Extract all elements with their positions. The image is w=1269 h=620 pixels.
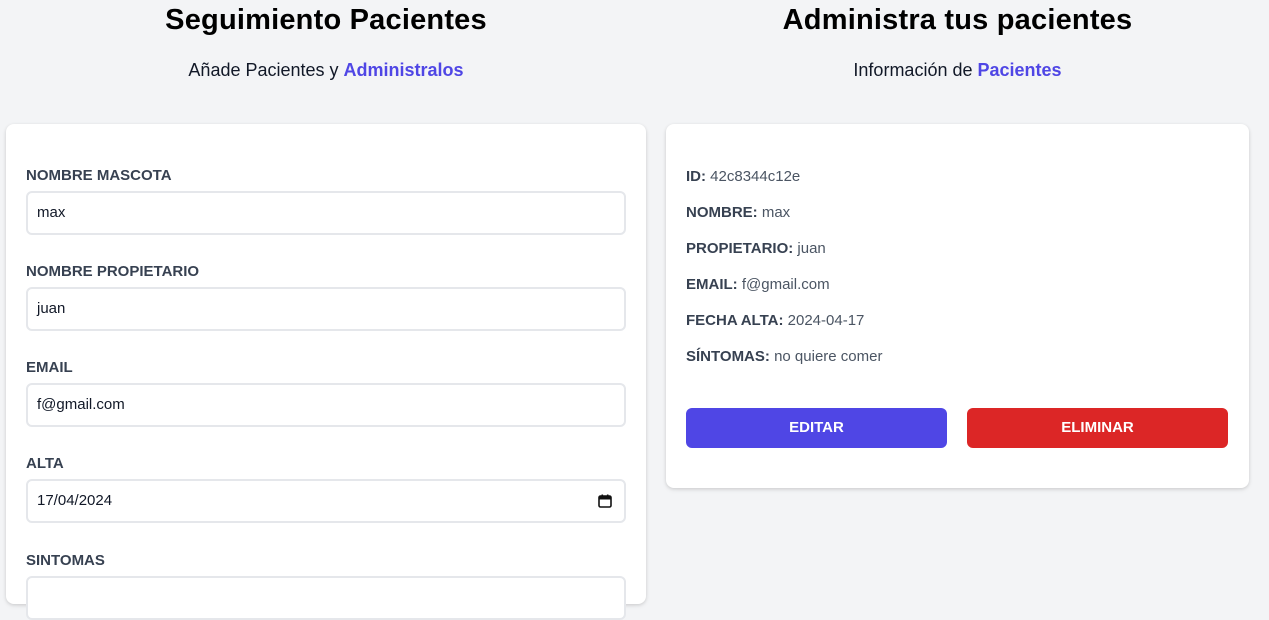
- pet-name-input[interactable]: max: [26, 191, 626, 235]
- list-subtitle: Información de Pacientes: [666, 60, 1249, 81]
- patient-name-value: max: [761, 204, 791, 221]
- form-subtitle-text: Añade Pacientes y: [188, 60, 344, 80]
- list-subtitle-accent: Pacientes: [977, 60, 1062, 80]
- edit-button[interactable]: Editar: [686, 408, 947, 448]
- discharge-date-value: 17/04/2024: [37, 492, 113, 509]
- pet-name-field: Nombre Mascota max: [26, 167, 626, 235]
- discharge-date-field: Alta 17/04/2024: [26, 455, 626, 523]
- patient-owner-label: Propietario:: [686, 240, 794, 257]
- patient-email-value: f@gmail.com: [741, 276, 830, 293]
- patient-date: Fecha Alta: 2024-04-17: [686, 312, 864, 329]
- patient-symptoms-value: no quiere comer: [774, 348, 883, 365]
- patient-form: Nombre Mascota max Nombre Propietario ju…: [6, 124, 646, 620]
- discharge-date-label: Alta: [26, 455, 64, 472]
- patient-id: ID: 42c8344c12e: [686, 168, 800, 185]
- patient-owner-value: juan: [797, 240, 826, 257]
- list-title: Administra tus pacientes: [782, 4, 1133, 36]
- patient-owner: Propietario: juan: [686, 240, 826, 257]
- patient-symptoms: Síntomas: no quiere comer: [686, 348, 882, 365]
- email-field: Email f@gmail.com: [26, 359, 626, 427]
- patient-date-value: 2024-04-17: [787, 312, 865, 329]
- email-label: Email: [26, 359, 73, 376]
- symptoms-field: Sintomas: [26, 552, 626, 620]
- owner-name-input[interactable]: juan: [26, 287, 626, 331]
- patient-id-label: ID:: [686, 168, 706, 185]
- delete-button[interactable]: Eliminar: [967, 408, 1228, 448]
- patient-id-value: 42c8344c12e: [710, 168, 801, 185]
- patient-card: ID: 42c8344c12e Nombre: max Propietario:…: [666, 124, 1249, 488]
- patient-name-label: Nombre:: [686, 204, 758, 221]
- patient-date-label: Fecha Alta:: [686, 312, 784, 329]
- symptoms-label: Sintomas: [26, 552, 105, 569]
- patient-email: Email: f@gmail.com: [686, 276, 830, 293]
- owner-name-field: Nombre Propietario juan: [26, 263, 626, 331]
- patient-symptoms-label: Síntomas:: [686, 348, 770, 365]
- patient-name: Nombre: max: [686, 204, 790, 221]
- patient-email-label: Email:: [686, 276, 738, 293]
- discharge-date-input[interactable]: 17/04/2024: [26, 479, 626, 523]
- form-subtitle-accent: Administralos: [343, 60, 464, 80]
- pet-name-label: Nombre Mascota: [26, 167, 172, 184]
- form-title: Seguimiento Pacientes: [165, 4, 487, 36]
- form-subtitle: Añade Pacientes y Administralos: [6, 60, 646, 81]
- email-input[interactable]: f@gmail.com: [26, 383, 626, 427]
- owner-name-label: Nombre Propietario: [26, 263, 200, 280]
- calendar-icon[interactable]: [598, 494, 612, 508]
- list-subtitle-text: Información de: [853, 60, 978, 80]
